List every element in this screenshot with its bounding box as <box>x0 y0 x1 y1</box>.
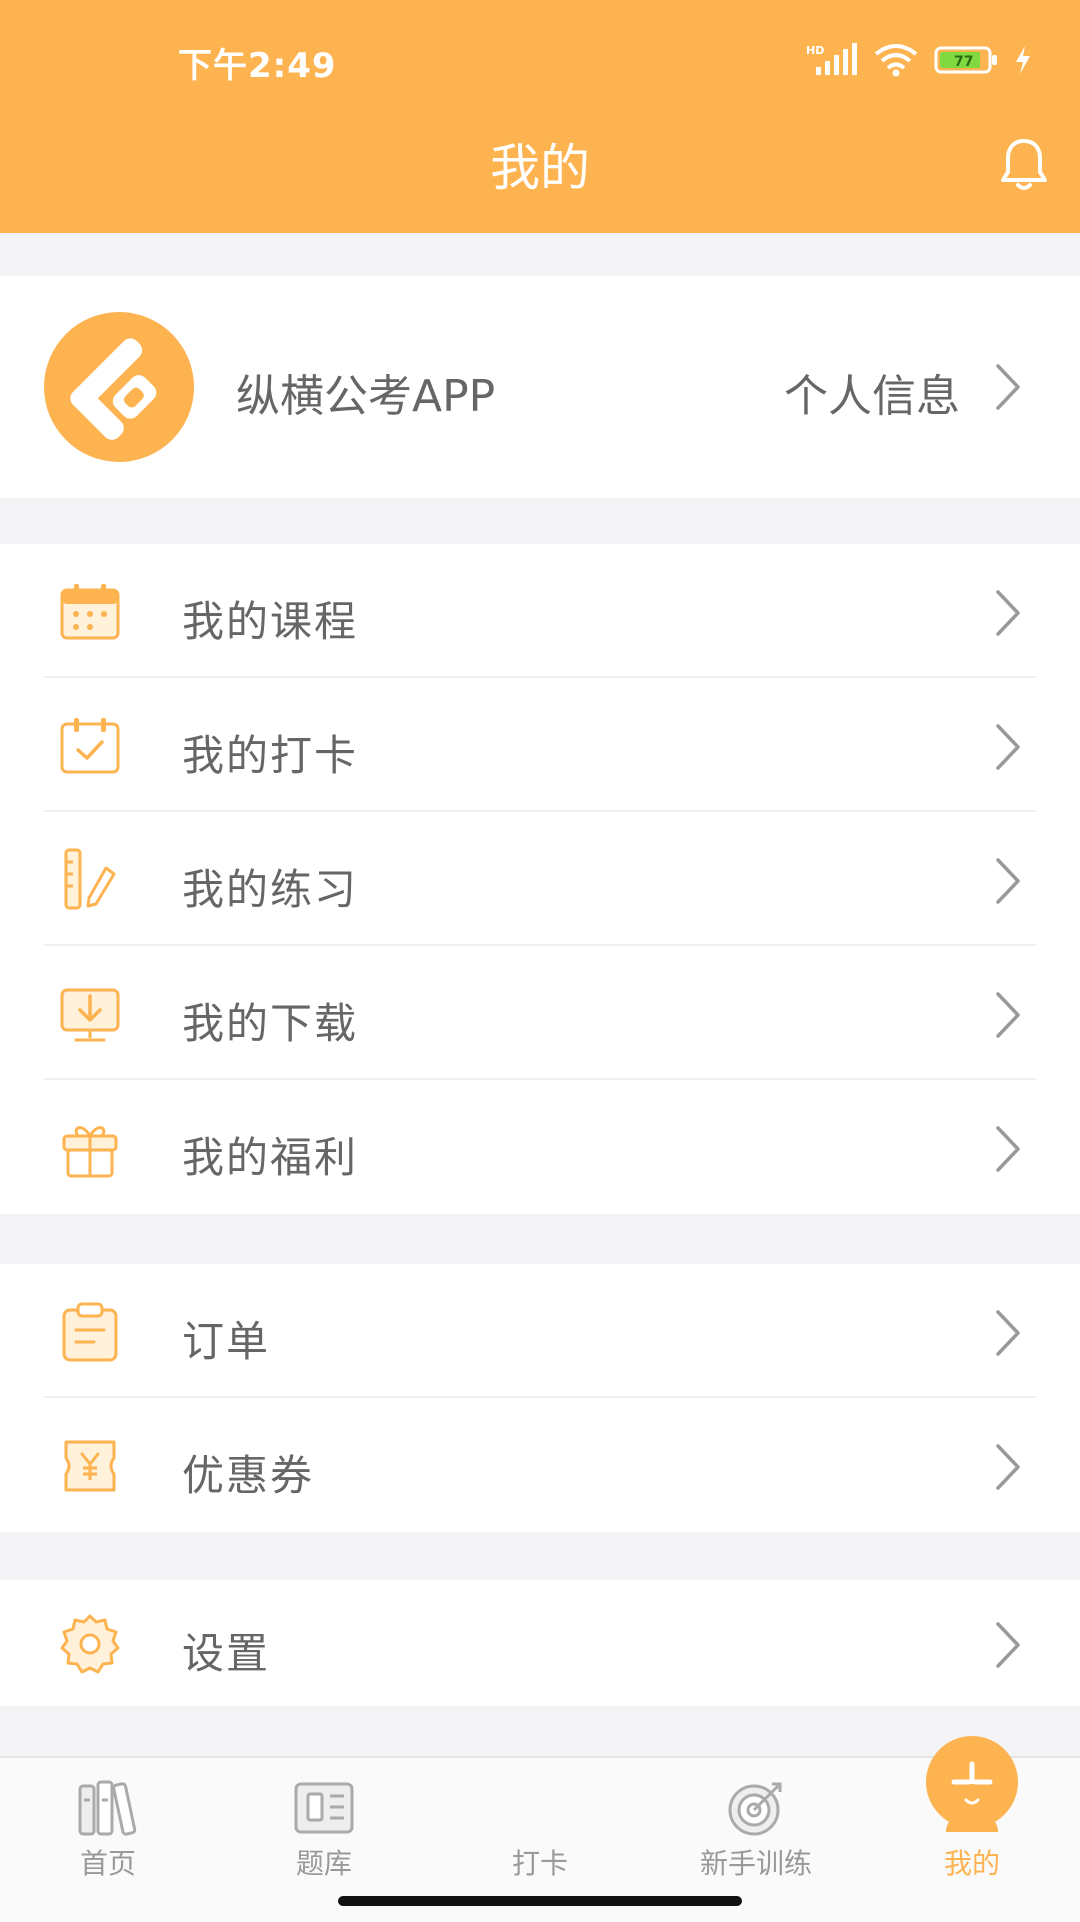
app-logo-icon <box>70 338 157 440</box>
chevron-right-icon <box>996 992 1020 1038</box>
profile-name: 纵横公考APP <box>236 371 496 422</box>
battery-icon: 77 <box>934 46 997 74</box>
tab-beginner-training[interactable]: 新手训练 <box>648 1768 864 1880</box>
tab-label: 新手训练 <box>699 1847 812 1880</box>
menu-item-label: 我的打卡 <box>182 731 359 780</box>
tab-label: 首页 <box>79 1847 136 1880</box>
tab-checkin[interactable]: 打卡 <box>432 1736 1018 1880</box>
avatar <box>44 312 194 462</box>
page-title: 我的 <box>490 139 590 197</box>
gear-icon <box>60 1614 120 1674</box>
menu-group-settings: 设置 <box>0 1580 1080 1706</box>
profile-card[interactable]: 纵横公考APP 个人信息 <box>0 276 1080 498</box>
menu-item-label: 我的下载 <box>182 999 359 1048</box>
download-monitor-icon <box>60 988 120 1042</box>
user-icon <box>946 1784 998 1832</box>
chevron-right-icon <box>996 1622 1020 1668</box>
menu-item-orders[interactable]: 订单 <box>0 1264 1080 1398</box>
charging-icon <box>1016 46 1030 74</box>
chevron-right-icon <box>996 1126 1020 1172</box>
menu-group-orders: 订单 优惠券 <box>0 1264 1080 1532</box>
wifi-icon <box>874 44 918 77</box>
top-header: 下午2:49 HD 77 我的 <box>0 0 1080 233</box>
menu-item-my-practice[interactable]: 我的练习 <box>0 812 1080 946</box>
tab-mine[interactable]: 我的 <box>864 1768 1080 1880</box>
bell-icon <box>1001 139 1047 190</box>
gift-icon <box>62 1126 118 1178</box>
bottom-tab-bar: 首页 题库 打卡 新手训练 我的 <box>0 1736 1080 1922</box>
signal-icon: HD <box>806 43 857 75</box>
chevron-right-icon <box>996 590 1020 636</box>
chevron-right-icon <box>996 858 1020 904</box>
home-indicator[interactable] <box>338 1896 742 1906</box>
menu-item-my-downloads[interactable]: 我的下载 <box>0 946 1080 1080</box>
status-time: 下午2:49 <box>178 46 337 86</box>
menu-item-coupons[interactable]: 优惠券 <box>0 1398 1080 1532</box>
menu-item-label: 设置 <box>182 1629 271 1678</box>
tab-label: 打卡 <box>511 1847 568 1880</box>
menu-item-label: 订单 <box>182 1317 271 1366</box>
notification-button[interactable] <box>998 136 1050 196</box>
ruler-pencil-icon <box>64 848 116 910</box>
svg-text:77: 77 <box>954 54 973 70</box>
tab-question-bank[interactable]: 题库 <box>216 1768 432 1880</box>
calendar-icon <box>60 584 120 640</box>
coupon-icon <box>64 1440 116 1492</box>
menu-item-label: 我的练习 <box>182 865 359 914</box>
menu-item-my-welfare[interactable]: 我的福利 <box>0 1080 1080 1214</box>
chevron-right-icon <box>996 724 1020 770</box>
menu-item-my-courses[interactable]: 我的课程 <box>0 544 1080 678</box>
menu-item-label: 优惠券 <box>182 1451 315 1500</box>
menu-item-my-checkin[interactable]: 我的打卡 <box>0 678 1080 812</box>
chevron-right-icon <box>996 1444 1020 1490</box>
target-icon <box>728 1782 782 1836</box>
personal-info-link[interactable]: 个人信息 <box>784 360 960 424</box>
svg-text:HD: HD <box>806 44 824 57</box>
tab-label: 题库 <box>295 1847 352 1880</box>
question-bank-icon <box>294 1782 354 1834</box>
menu-group-learning: 我的课程 我的打卡 我的练习 我的下载 我的福利 <box>0 544 1080 1214</box>
chevron-right-icon <box>996 364 1020 410</box>
checkin-calendar-icon <box>60 718 120 774</box>
tab-label: 我的 <box>943 1847 1000 1880</box>
books-icon <box>78 1780 137 1836</box>
menu-item-settings[interactable]: 设置 <box>0 1576 1080 1710</box>
menu-item-label: 我的课程 <box>182 597 359 646</box>
chevron-right-icon <box>996 1310 1020 1356</box>
clipboard-icon <box>62 1302 118 1362</box>
tab-home[interactable]: 首页 <box>0 1768 216 1880</box>
menu-item-label: 我的福利 <box>182 1133 359 1182</box>
status-icons: HD 77 <box>806 40 1032 80</box>
